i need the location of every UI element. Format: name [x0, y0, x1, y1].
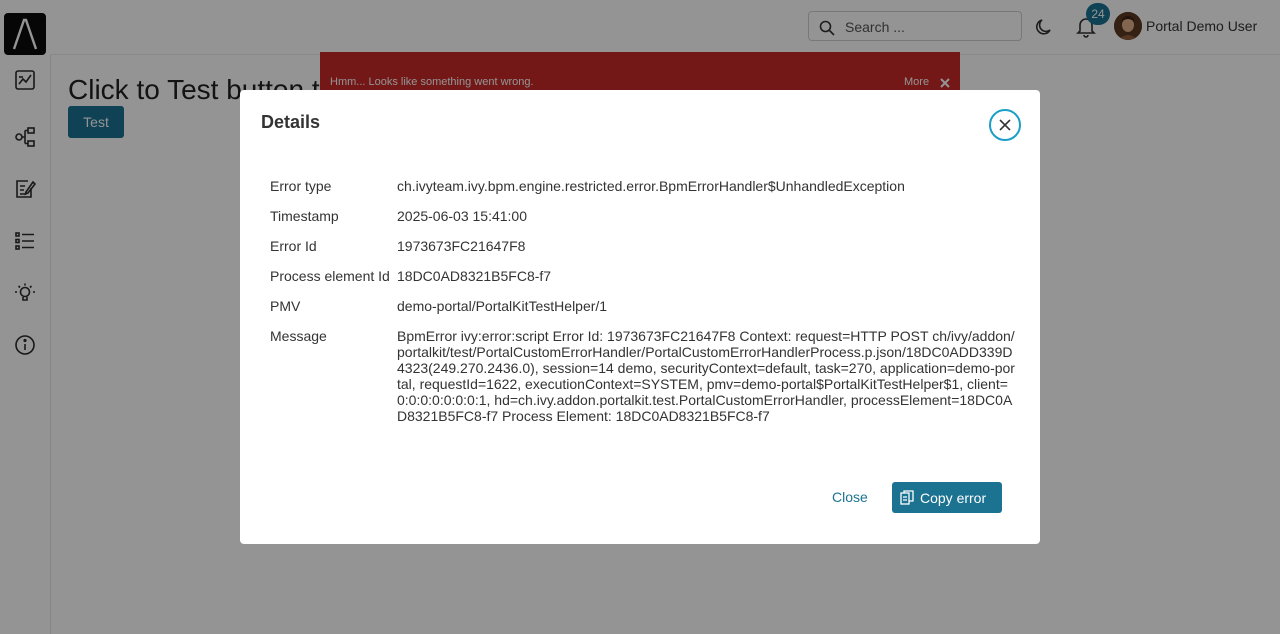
detail-value: 18DC0AD8321B5FC8-f7: [397, 268, 552, 284]
close-link-button[interactable]: Close: [832, 489, 868, 505]
detail-row-pmv: PMV demo-portal/PortalKitTestHelper/1: [270, 298, 1015, 314]
detail-label: Error type: [270, 178, 332, 194]
error-details-table: Error type ch.ivyteam.ivy.bpm.engine.res…: [270, 178, 1015, 438]
close-icon: [999, 119, 1011, 131]
detail-label: Process element Id: [270, 268, 390, 284]
detail-row-message: Message BpmError ivy:error:script Error …: [270, 328, 1015, 424]
detail-value: BpmError ivy:error:script Error Id: 1973…: [397, 328, 1015, 424]
error-details-dialog: Details Error type ch.ivyteam.ivy.bpm.en…: [240, 90, 1040, 544]
detail-value: 2025-06-03 15:41:00: [397, 208, 527, 224]
detail-row-error-type: Error type ch.ivyteam.ivy.bpm.engine.res…: [270, 178, 1015, 194]
detail-value: 1973673FC21647F8: [397, 238, 526, 254]
detail-value: ch.ivyteam.ivy.bpm.engine.restricted.err…: [397, 178, 905, 194]
detail-value: demo-portal/PortalKitTestHelper/1: [397, 298, 608, 314]
detail-row-timestamp: Timestamp 2025-06-03 15:41:00: [270, 208, 1015, 224]
detail-label: Error Id: [270, 238, 317, 254]
dialog-title: Details: [261, 112, 321, 132]
copy-icon: [900, 490, 914, 505]
detail-label: Message: [270, 328, 327, 344]
copy-error-label: Copy error: [920, 489, 987, 506]
detail-label: Timestamp: [270, 208, 339, 224]
detail-label: PMV: [270, 298, 301, 314]
dialog-close-button[interactable]: [989, 109, 1021, 141]
copy-error-button[interactable]: Copy error: [892, 482, 1002, 513]
detail-row-process-element-id: Process element Id 18DC0AD8321B5FC8-f7: [270, 268, 1015, 284]
detail-row-error-id: Error Id 1973673FC21647F8: [270, 238, 1015, 254]
